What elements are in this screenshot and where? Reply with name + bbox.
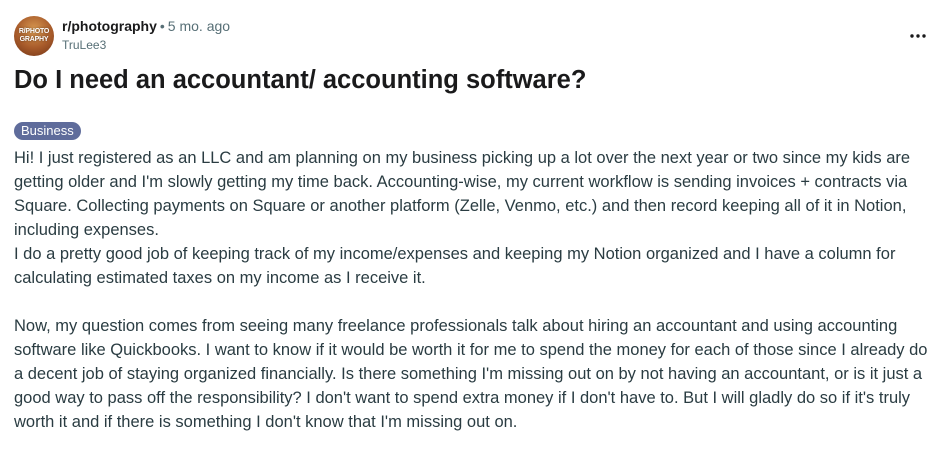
body-paragraph-2: Now, my question comes from seeing many … — [14, 317, 928, 431]
avatar-logo-text: R/PHOTO GRAPHY — [14, 28, 54, 44]
post-flair[interactable]: Business — [14, 122, 81, 140]
post-meta: r/photography • 5 mo. ago TruLee3 — [62, 17, 230, 53]
post-body: Hi! I just registered as an LLC and am p… — [14, 146, 934, 434]
body-paragraph-1-line-1: Hi! I just registered as an LLC and am p… — [14, 149, 911, 239]
author-link[interactable]: TruLee3 — [62, 37, 230, 53]
body-paragraph-1: Hi! I just registered as an LLC and am p… — [14, 146, 934, 290]
post-age: 5 mo. ago — [167, 18, 231, 34]
body-paragraph-1-line-2: I do a pretty good job of keeping track … — [14, 245, 896, 287]
avatar-text-line1: R/PHOTO — [18, 28, 50, 35]
reddit-post: R/PHOTO GRAPHY r/photography • 5 mo. ago T… — [0, 0, 946, 457]
post-meta-top: r/photography • 5 mo. ago — [62, 17, 230, 35]
overflow-menu-button[interactable] — [908, 26, 928, 46]
post-header: R/PHOTO GRAPHY r/photography • 5 mo. ago T… — [14, 16, 230, 60]
subreddit-link[interactable]: r/photography — [62, 18, 157, 34]
more-horizontal-icon — [910, 34, 926, 38]
subreddit-avatar[interactable]: R/PHOTO GRAPHY — [14, 16, 54, 56]
post-title[interactable]: Do I need an accountant/ accounting soft… — [14, 62, 586, 98]
meta-separator: • — [159, 18, 165, 34]
avatar-text-line2: GRAPHY — [19, 36, 49, 43]
